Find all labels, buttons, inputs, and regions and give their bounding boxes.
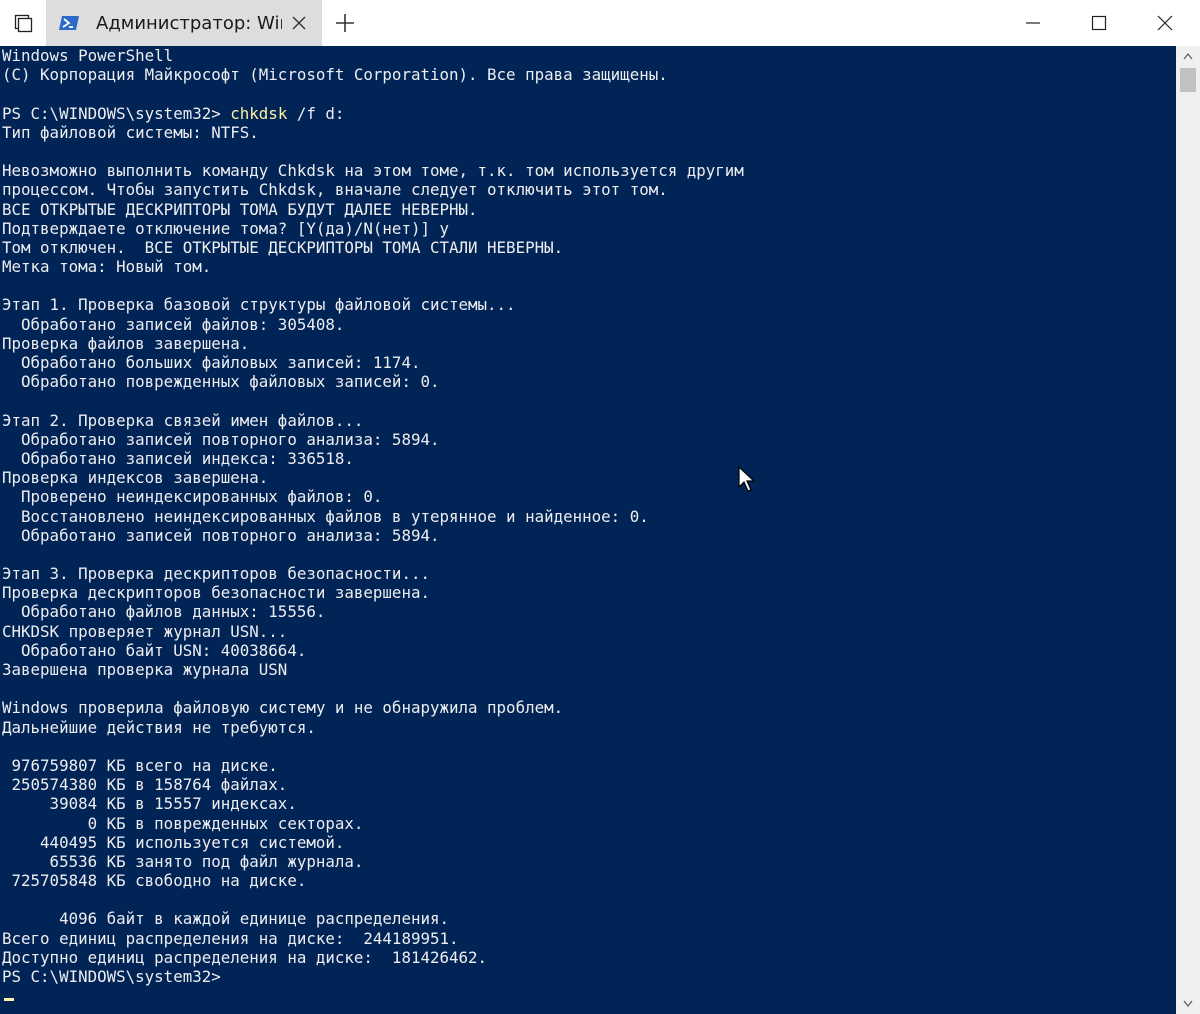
console-line: Доступно единиц распределения на диске: … [2, 947, 488, 967]
command-line: PS C:\WINDOWS\system32> chkdsk /f d: [2, 104, 1176, 123]
console-text: Windows PowerShell (C) Корпорация Майкрос… [0, 46, 1176, 1005]
console-line: 0 КБ в поврежденных секторах. [2, 813, 364, 833]
tab-list-icon [14, 14, 33, 33]
console-line: 65536 КБ занято под файл журнала. [2, 851, 364, 871]
console-line: Этап 3. Проверка дескрипторов безопаснос… [2, 564, 430, 584]
command-args: /f d: [287, 103, 345, 123]
console-line: Невозможно выполнить команду Chkdsk на э… [2, 161, 744, 181]
console-line: Всего единиц распределения на диске: 244… [2, 928, 459, 948]
minimize-icon [1026, 22, 1040, 24]
console-line: 250574380 КБ в 158764 файлах. [2, 775, 288, 795]
console-line: 725705848 КБ свободно на диске. [2, 871, 307, 891]
console-line: Обработано поврежденных файловых записей… [2, 372, 440, 392]
console-line: PS C:\WINDOWS\system32> [2, 967, 231, 986]
maximize-icon [1091, 15, 1107, 31]
prompt-line [2, 986, 1176, 1005]
console-line: (C) Корпорация Майкрософт (Microsoft Cor… [2, 65, 668, 85]
scroll-down-arrow-icon [1183, 1000, 1193, 1008]
close-button[interactable] [1132, 0, 1198, 46]
console-line: Проверка дескрипторов безопасности завер… [2, 583, 430, 603]
console-line: 4096 байт в каждой единице распределения… [2, 909, 449, 929]
prompt: PS C:\WINDOWS\system32> [2, 103, 231, 123]
vertical-scrollbar[interactable] [1176, 46, 1200, 1014]
console-line: Восстановлено неиндексированных файлов в… [2, 506, 649, 526]
tab-list-button[interactable] [0, 0, 46, 46]
console-line: Этап 2. Проверка связей имен файлов... [2, 410, 364, 430]
powershell-icon [58, 12, 80, 34]
console-line: Завершена проверка журнала USN [2, 660, 288, 679]
console-line: Проверка индексов завершена. [2, 468, 269, 488]
console-line: CHKDSK проверяет журнал USN... [2, 621, 288, 641]
minimize-button[interactable] [1000, 0, 1066, 46]
plus-icon [336, 14, 354, 32]
scroll-up-button[interactable] [1176, 46, 1200, 66]
command-text: chkdsk [230, 103, 288, 123]
tab-powershell[interactable]: Администратор: Wind [46, 0, 322, 46]
console-line: 39084 КБ в 15557 индексах. [2, 794, 297, 814]
close-icon [292, 16, 306, 30]
console-line: Обработано больших файловых записей: 117… [2, 353, 421, 372]
console-line: Проверка файлов завершена. [2, 333, 250, 353]
console-line: Windows PowerShell [2, 46, 174, 65]
console-line: Обработано записей повторного анализа: 5… [2, 525, 440, 545]
tab-close-button[interactable] [286, 10, 312, 36]
mouse-pointer-icon [738, 466, 756, 492]
scrollbar-thumb[interactable] [1180, 68, 1196, 92]
console-line: Том отключен. ВСЕ ОТКРЫТЫЕ ДЕСКРИПТОРЫ Т… [2, 237, 564, 257]
console-line: Windows проверила файловую систему и не … [2, 698, 564, 718]
scroll-down-button[interactable] [1176, 994, 1200, 1014]
console-line: 976759807 КБ всего на диске. [2, 755, 278, 775]
console-line: процессом. Чтобы запустить Chkdsk, внача… [2, 180, 668, 200]
maximize-button[interactable] [1066, 0, 1132, 46]
title-bar: Администратор: Wind [0, 0, 1200, 47]
text-cursor [4, 998, 14, 1002]
console-line: 440495 КБ используется системой. [2, 832, 345, 852]
console-line: Тип файловой системы: NTFS. [2, 122, 259, 142]
console-line: Обработано записей индекса: 336518. [2, 448, 354, 468]
tab-title: Администратор: Wind [96, 12, 282, 34]
close-icon [1157, 15, 1173, 31]
console-line: Обработано записей файлов: 305408. [2, 314, 345, 334]
console-line: Обработано файлов данных: 15556. [2, 602, 326, 622]
console-line: Дальнейшие действия не требуются. [2, 717, 316, 737]
console-line: ВСЕ ОТКРЫТЫЕ ДЕСКРИПТОРЫ ТОМА БУДУТ ДАЛЕ… [2, 199, 478, 219]
console-line: Метка тома: Новый том. [2, 257, 212, 277]
console-line: Проверено неиндексированных файлов: 0. [2, 487, 383, 507]
console-line: Этап 1. Проверка базовой структуры файло… [2, 295, 516, 315]
console-line: Подтверждаете отключение тома? [Y(да)/N(… [2, 218, 449, 238]
console-output[interactable]: Windows PowerShell (C) Корпорация Майкрос… [0, 46, 1176, 1014]
console-line: Обработано байт USN: 40038664. [2, 640, 307, 660]
new-tab-button[interactable] [322, 0, 368, 46]
scroll-up-arrow-icon [1183, 52, 1193, 60]
console-line: Обработано записей повторного анализа: 5… [2, 429, 440, 449]
